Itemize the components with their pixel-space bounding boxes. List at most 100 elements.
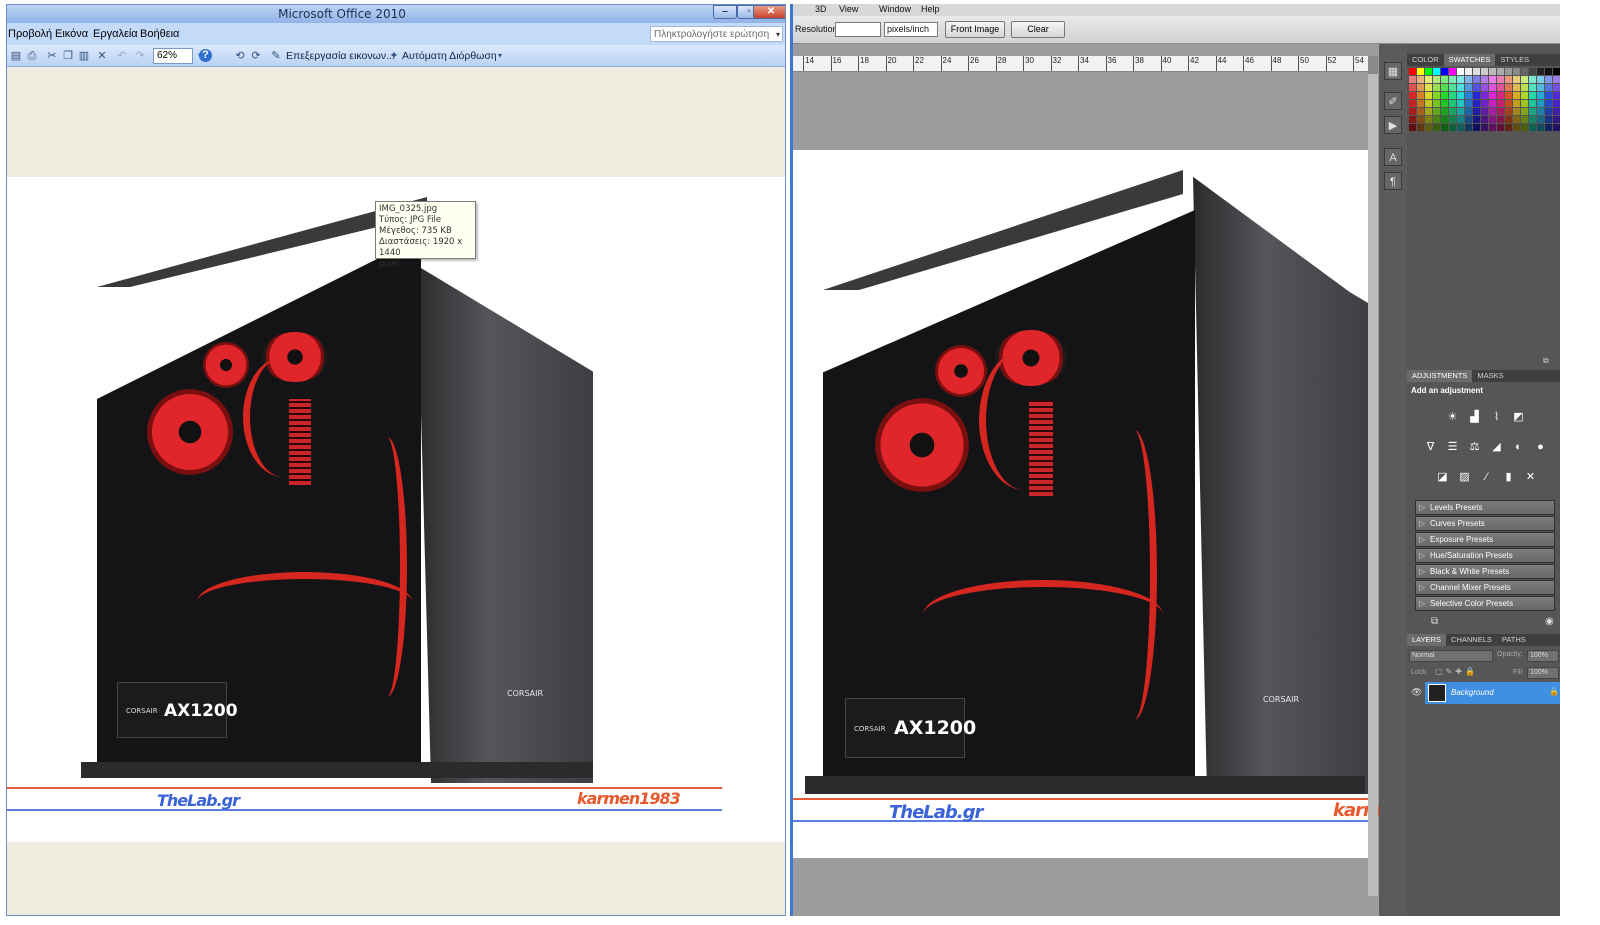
color-swatch[interactable] — [1497, 124, 1504, 131]
color-swatch[interactable] — [1513, 92, 1520, 99]
color-swatch[interactable] — [1425, 124, 1432, 131]
color-swatch[interactable] — [1441, 84, 1448, 91]
color-swatch[interactable] — [1433, 84, 1440, 91]
color-swatch[interactable] — [1417, 84, 1424, 91]
color-swatch[interactable] — [1513, 68, 1520, 75]
color-swatch[interactable] — [1513, 124, 1520, 131]
auto-correct-button[interactable]: Αυτόματη Διόρθωση — [402, 50, 497, 62]
levels-icon[interactable]: ▟ — [1467, 410, 1482, 425]
color-swatch[interactable] — [1553, 116, 1560, 123]
color-swatch[interactable] — [1553, 92, 1560, 99]
color-swatch[interactable] — [1497, 84, 1504, 91]
color-swatch[interactable] — [1417, 116, 1424, 123]
tab-adjustments[interactable]: ADJUSTMENTS — [1407, 370, 1473, 382]
color-swatch[interactable] — [1513, 76, 1520, 83]
scroll-thumb[interactable] — [1368, 56, 1378, 74]
color-swatch[interactable] — [1417, 124, 1424, 131]
color-swatch[interactable] — [1433, 76, 1440, 83]
tab-masks[interactable]: MASKS — [1472, 370, 1508, 382]
zoom-select[interactable]: 62% — [153, 48, 193, 64]
color-swatch[interactable] — [1425, 76, 1432, 83]
edit-pictures-button[interactable]: Επεξεργασία εικονων... — [286, 50, 395, 62]
color-swatch[interactable] — [1489, 108, 1496, 115]
color-swatch[interactable] — [1505, 116, 1512, 123]
color-swatch[interactable] — [1521, 116, 1528, 123]
posterize-icon[interactable]: ▨ — [1457, 470, 1472, 485]
color-swatch[interactable] — [1457, 116, 1464, 123]
menu-help[interactable]: Βοήθεια — [140, 28, 179, 40]
color-swatch[interactable] — [1417, 100, 1424, 107]
character-icon[interactable]: A — [1384, 148, 1402, 166]
color-swatch[interactable] — [1465, 92, 1472, 99]
blend-mode-select[interactable]: Normal — [1409, 650, 1493, 662]
color-swatch[interactable] — [1449, 84, 1456, 91]
color-swatch[interactable] — [1449, 108, 1456, 115]
photo-filter-icon[interactable]: ◐ — [1511, 440, 1526, 455]
color-swatch[interactable] — [1425, 100, 1432, 107]
resolution-unit-select[interactable]: pixels/inch — [884, 22, 938, 37]
color-swatch[interactable] — [1473, 100, 1480, 107]
color-swatch[interactable] — [1537, 76, 1544, 83]
color-swatch[interactable] — [1553, 84, 1560, 91]
color-swatch[interactable] — [1545, 76, 1552, 83]
color-swatch[interactable] — [1521, 92, 1528, 99]
preset-item[interactable]: Exposure Presets — [1415, 532, 1555, 547]
color-swatch[interactable] — [1505, 100, 1512, 107]
color-swatch[interactable] — [1425, 108, 1432, 115]
color-swatch[interactable] — [1457, 68, 1464, 75]
color-swatch[interactable] — [1489, 100, 1496, 107]
exposure-icon[interactable]: ◩ — [1511, 410, 1526, 425]
color-swatch[interactable] — [1457, 100, 1464, 107]
color-swatch[interactable] — [1417, 92, 1424, 99]
color-swatch[interactable] — [1553, 76, 1560, 83]
color-swatch[interactable] — [1409, 116, 1416, 123]
color-swatch[interactable] — [1409, 100, 1416, 107]
color-swatch[interactable] — [1457, 84, 1464, 91]
opacity-input[interactable]: 100% — [1527, 650, 1559, 662]
color-swatch[interactable] — [1553, 100, 1560, 107]
color-swatch[interactable] — [1529, 124, 1536, 131]
title-bar[interactable]: Microsoft Office 2010 – ▫ ✕ — [7, 5, 785, 23]
color-swatch[interactable] — [1529, 92, 1536, 99]
color-swatch[interactable] — [1537, 100, 1544, 107]
color-swatch[interactable] — [1465, 76, 1472, 83]
color-swatch[interactable] — [1505, 84, 1512, 91]
color-swatch[interactable] — [1473, 68, 1480, 75]
lock-icons[interactable]: ▢✎✚🔒 — [1435, 667, 1478, 676]
edit-pictures-icon[interactable]: ✎ — [269, 49, 283, 63]
front-image-button[interactable]: Front Image — [945, 21, 1005, 38]
layer-row-background[interactable]: Background 🔒 — [1425, 682, 1560, 704]
color-swatch[interactable] — [1521, 76, 1528, 83]
help-icon[interactable]: ? — [199, 49, 212, 62]
color-balance-icon[interactable]: ⚖ — [1467, 440, 1482, 455]
preset-item[interactable]: Black & White Presets — [1415, 564, 1555, 579]
toolbar-overflow-icon[interactable]: ▾ — [493, 49, 507, 63]
undo-icon[interactable]: ↶ — [115, 49, 129, 63]
swatch-grid[interactable] — [1409, 68, 1560, 138]
color-swatch[interactable] — [1481, 68, 1488, 75]
color-swatch[interactable] — [1449, 100, 1456, 107]
color-swatch[interactable] — [1449, 124, 1456, 131]
color-swatch[interactable] — [1425, 92, 1432, 99]
color-swatch[interactable] — [1537, 108, 1544, 115]
color-swatch[interactable] — [1433, 124, 1440, 131]
brushes-icon[interactable]: ✐ — [1384, 92, 1402, 110]
invert-icon[interactable]: ◪ — [1435, 470, 1450, 485]
color-swatch[interactable] — [1481, 124, 1488, 131]
color-swatch[interactable] — [1545, 124, 1552, 131]
color-swatch[interactable] — [1489, 124, 1496, 131]
color-swatch[interactable] — [1457, 108, 1464, 115]
color-swatch[interactable] — [1433, 100, 1440, 107]
color-swatch[interactable] — [1497, 108, 1504, 115]
color-swatch[interactable] — [1417, 76, 1424, 83]
color-swatch[interactable] — [1529, 100, 1536, 107]
color-swatch[interactable] — [1537, 84, 1544, 91]
auto-correct-icon[interactable]: ✦ — [387, 49, 401, 63]
color-swatch[interactable] — [1529, 116, 1536, 123]
visibility-eye-icon[interactable]: 👁 — [1411, 687, 1422, 698]
color-swatch[interactable] — [1473, 84, 1480, 91]
color-swatch[interactable] — [1545, 100, 1552, 107]
color-swatch[interactable] — [1537, 124, 1544, 131]
color-swatch[interactable] — [1529, 84, 1536, 91]
color-swatch[interactable] — [1513, 84, 1520, 91]
